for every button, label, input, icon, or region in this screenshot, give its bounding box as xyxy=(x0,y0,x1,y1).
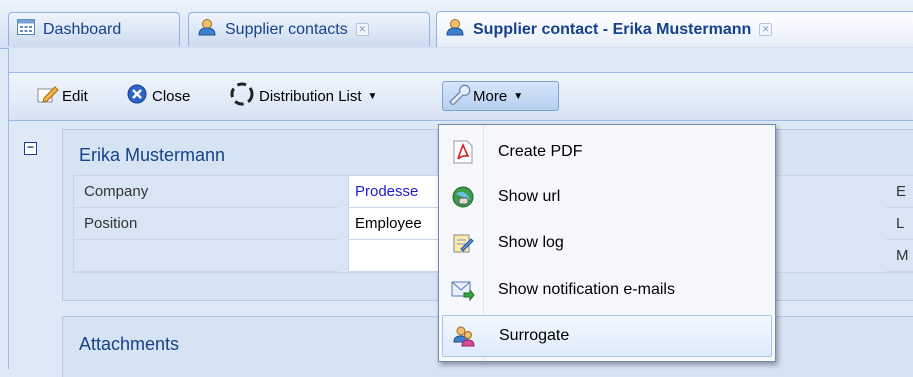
dashboard-icon xyxy=(17,19,35,40)
tab-bar: Dashboard Supplier contacts ✕ Supplier c… xyxy=(0,0,913,49)
chevron-down-icon: ▼ xyxy=(367,90,378,102)
menu-item-label: Create PDF xyxy=(498,143,583,160)
menu-item-label: Show url xyxy=(498,188,561,205)
field-label xyxy=(74,240,338,272)
menu-item-surrogate[interactable]: Surrogate xyxy=(442,315,772,357)
tab-label: Dashboard xyxy=(43,20,122,38)
tab-dashboard[interactable]: Dashboard xyxy=(8,12,180,46)
user-icon xyxy=(197,18,217,41)
field-label: Position xyxy=(74,208,338,240)
attachments-title: Attachments xyxy=(79,334,180,354)
menu-item-create-pdf[interactable]: Create PDF xyxy=(442,131,772,173)
user-icon xyxy=(445,18,465,41)
toolbar: Edit Close Distribution List ▼ More ▼ xyxy=(9,72,913,121)
contact-name-title: Erika Mustermann xyxy=(79,145,226,165)
menu-item-label: Show notification e-mails xyxy=(498,281,675,298)
menu-item-show-log[interactable]: Show log xyxy=(442,222,772,264)
more-button[interactable]: More ▼ xyxy=(442,81,559,111)
edit-icon xyxy=(37,84,59,108)
chevron-down-icon: ▼ xyxy=(513,90,524,102)
menu-item-label: Show log xyxy=(498,234,564,251)
distribution-list-button[interactable]: Distribution List ▼ xyxy=(225,81,381,111)
pdf-icon xyxy=(442,140,484,164)
tab-supplier-contacts[interactable]: Supplier contacts ✕ xyxy=(188,12,430,46)
tab-label: Supplier contacts xyxy=(225,20,348,38)
wrench-icon xyxy=(447,83,471,109)
close-tab-icon[interactable]: ✕ xyxy=(355,23,369,36)
menu-item-show-url[interactable]: Show url xyxy=(442,176,772,218)
field-label: L xyxy=(886,208,913,240)
close-button[interactable]: Close xyxy=(123,81,194,111)
field-label: Company xyxy=(74,176,338,208)
menu-item-show-notification-emails[interactable]: Show notification e-mails xyxy=(442,269,772,311)
collapse-toggle-icon[interactable]: − xyxy=(24,141,37,155)
mail-arrow-icon xyxy=(442,279,484,301)
edit-label: Edit xyxy=(62,87,88,105)
edit-button[interactable]: Edit xyxy=(33,81,92,111)
tab-supplier-contact-detail[interactable]: Supplier contact - Erika Mustermann ✕ xyxy=(436,11,913,47)
more-label: More xyxy=(473,87,508,105)
distribution-label: Distribution List xyxy=(259,87,362,105)
globe-link-icon xyxy=(442,186,484,208)
field-label: E xyxy=(886,176,913,208)
menu-item-label: Surrogate xyxy=(499,327,570,344)
log-notepad-icon xyxy=(442,232,484,254)
more-menu: Create PDF Show url Show log Show notifi… xyxy=(438,124,776,362)
close-label: Close xyxy=(152,87,191,105)
close-circle-icon xyxy=(127,84,147,108)
field-label: M xyxy=(886,240,913,272)
close-tab-icon[interactable]: ✕ xyxy=(759,23,773,36)
tab-label: Supplier contact - Erika Mustermann xyxy=(473,20,752,38)
surrogate-users-icon xyxy=(443,325,485,347)
distribution-cycle-icon xyxy=(229,82,255,110)
